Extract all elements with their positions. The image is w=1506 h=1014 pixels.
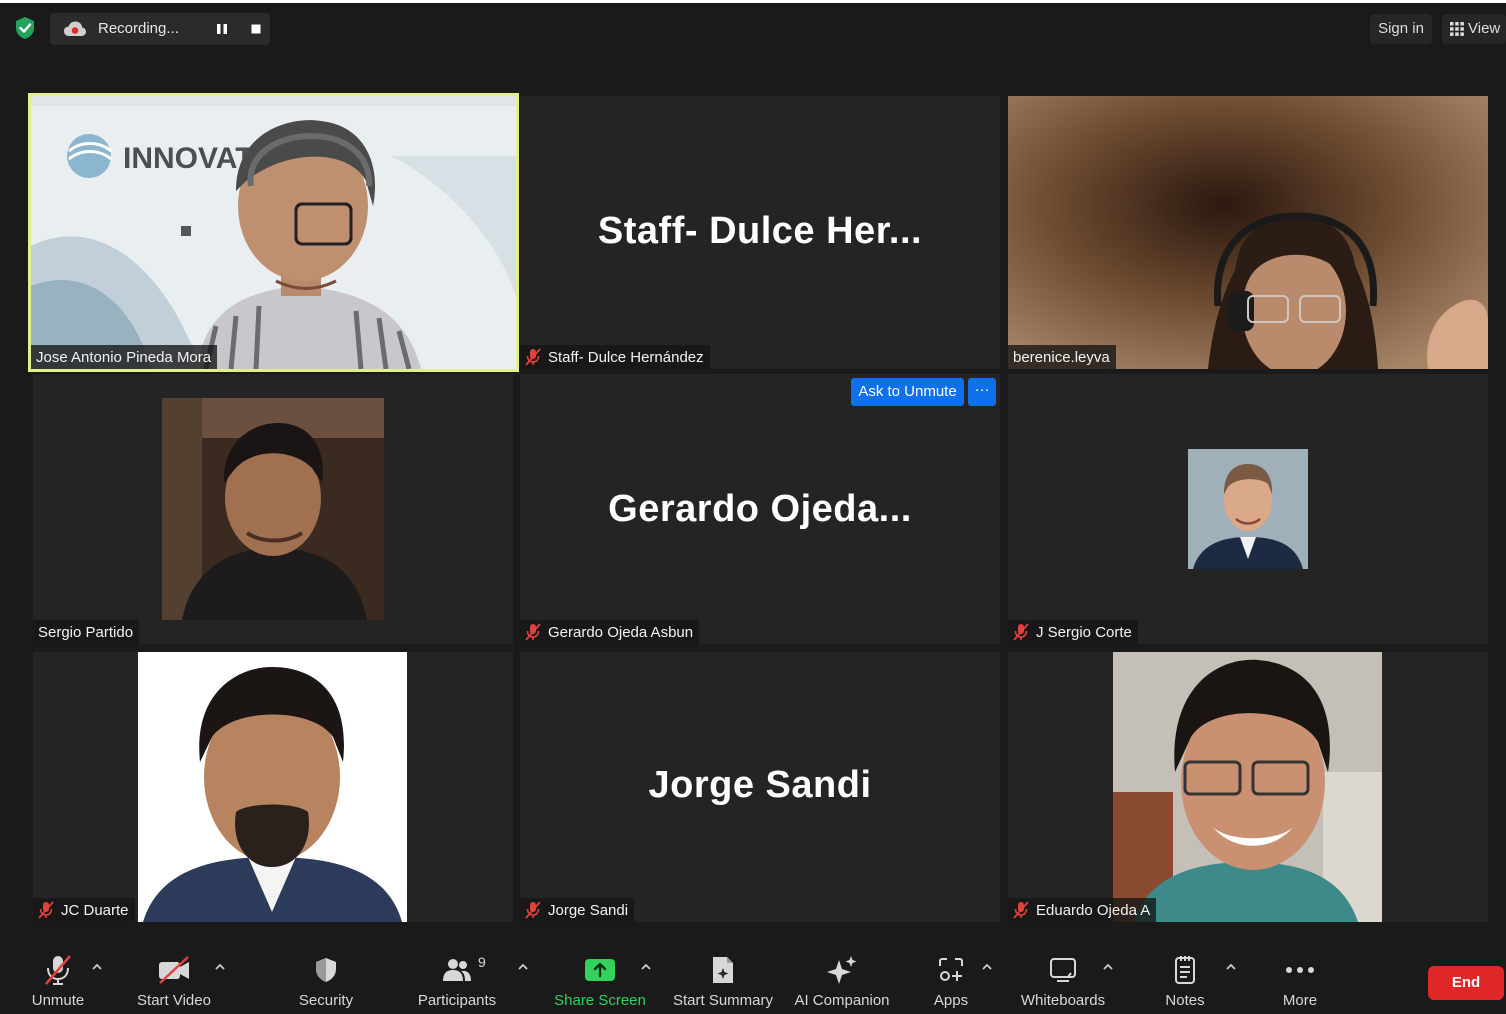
participant-avatar-photo [162, 398, 384, 620]
ask-to-unmute-button[interactable]: Ask to Unmute [851, 378, 964, 406]
sign-in-button[interactable]: Sign in [1370, 14, 1432, 44]
meeting-toolbar: Unmute Start Video Security 9 Participan… [0, 940, 1506, 1014]
participant-name-tag: Jorge Sandi [520, 898, 635, 922]
video-tile-jc-duarte[interactable]: JC Duarte [33, 652, 513, 922]
muted-mic-icon [45, 955, 71, 985]
audio-options-chevron-up-icon[interactable] [90, 962, 104, 972]
grid-view-icon [1450, 22, 1464, 36]
participant-name: Eduardo Ojeda A [1036, 901, 1151, 919]
recording-label: Recording... [98, 20, 179, 37]
participant-name: Sergio Partido [38, 623, 134, 641]
muted-mic-icon [1013, 623, 1029, 641]
notes-button[interactable]: Notes [1158, 952, 1212, 1009]
share-screen-label: Share Screen [554, 992, 646, 1009]
security-button[interactable]: Security [290, 952, 362, 1009]
muted-mic-icon [525, 623, 541, 641]
participant-avatar-photo [1188, 449, 1308, 569]
muted-mic-icon [38, 901, 54, 919]
whiteboards-button[interactable]: Whiteboards [1014, 952, 1112, 1009]
participants-button[interactable]: 9 Participants [412, 952, 502, 1009]
participant-video: INNOVATIUM [31, 96, 516, 369]
participants-label: Participants [417, 992, 497, 1009]
participant-name-tag: berenice.leyva [1008, 345, 1116, 369]
video-tile-j-sergio-corte[interactable]: J Sergio Corte [1008, 374, 1488, 644]
video-tile-staff-dulce[interactable]: Staff- Dulce Her... Staff- Dulce Hernánd… [520, 96, 1000, 369]
participant-avatar-photo [1113, 652, 1382, 922]
summary-document-icon [713, 957, 733, 983]
participant-name: Gerardo Ojeda Asbun [548, 623, 694, 641]
ai-sparkle-icon [827, 956, 857, 984]
video-tile-gerardo-ojeda[interactable]: Gerardo Ojeda... Gerardo Ojeda Asbun [520, 374, 1000, 644]
participant-name: berenice.leyva [1013, 348, 1110, 366]
muted-mic-icon [525, 901, 541, 919]
view-button[interactable]: View [1442, 14, 1506, 44]
start-video-label: Start Video [137, 992, 211, 1009]
unmute-label: Unmute [31, 992, 85, 1009]
participants-options-chevron-up-icon[interactable] [516, 962, 530, 972]
participants-count: 9 [478, 954, 486, 970]
participant-name-tag: Staff- Dulce Hernández [520, 345, 710, 369]
tile-more-options-button[interactable]: ··· [968, 378, 996, 406]
ai-companion-button[interactable]: AI Companion [790, 952, 894, 1009]
muted-mic-icon [1013, 901, 1029, 919]
video-tile-jose-antonio[interactable]: INNOVATIUM Jose Antonio Pineda Mora [28, 93, 519, 372]
more-button[interactable]: More [1272, 952, 1328, 1009]
participant-video [1008, 96, 1488, 369]
video-options-chevron-up-icon[interactable] [213, 962, 227, 972]
video-tile-eduardo-ojeda[interactable]: Eduardo Ojeda A [1008, 652, 1488, 922]
start-video-button[interactable]: Start Video [130, 952, 218, 1009]
security-shield-icon [316, 958, 336, 982]
video-tile-berenice[interactable]: berenice.leyva [1008, 96, 1488, 369]
start-summary-button[interactable]: Start Summary [668, 952, 778, 1009]
participants-icon [443, 959, 471, 981]
share-screen-icon [585, 959, 615, 981]
notes-icon [1175, 956, 1195, 984]
stop-recording-icon[interactable] [242, 18, 270, 40]
participant-avatar-photo [138, 652, 407, 922]
more-label: More [1282, 992, 1318, 1009]
participant-name-tag: Gerardo Ojeda Asbun [520, 620, 700, 644]
cloud-recording-icon [64, 21, 86, 36]
apps-button[interactable]: Apps [926, 952, 976, 1009]
participant-big-name: Gerardo Ojeda... [608, 488, 912, 530]
participant-name-tag: JC Duarte [33, 898, 135, 922]
participant-name-tag: Eduardo Ojeda A [1008, 898, 1157, 922]
apps-icon [939, 958, 963, 981]
participant-name: JC Duarte [61, 901, 129, 919]
window-top-edge [0, 0, 1506, 3]
whiteboards-options-chevron-up-icon[interactable] [1101, 962, 1115, 972]
encryption-shield-icon[interactable] [14, 16, 36, 40]
video-tile-jorge-sandi[interactable]: Jorge Sandi Jorge Sandi [520, 652, 1000, 922]
apps-options-chevron-up-icon[interactable] [980, 962, 994, 972]
participant-name: Staff- Dulce Hernández [548, 348, 704, 366]
video-tile-sergio-partido[interactable]: Sergio Partido [33, 374, 513, 644]
end-meeting-button[interactable]: End [1428, 966, 1504, 1000]
share-screen-button[interactable]: Share Screen [552, 952, 648, 1009]
participant-name-tag: Sergio Partido [33, 620, 140, 644]
notes-options-chevron-up-icon[interactable] [1224, 962, 1238, 972]
view-label: View [1468, 20, 1501, 37]
apps-label: Apps [933, 992, 969, 1009]
participant-name-tag: J Sergio Corte [1008, 620, 1138, 644]
participant-name: Jorge Sandi [548, 901, 629, 919]
participant-name-tag: Jose Antonio Pineda Mora [31, 345, 218, 369]
pause-recording-icon[interactable] [208, 18, 236, 40]
more-dots-icon [1286, 967, 1314, 973]
recording-indicator: Recording... [50, 13, 270, 45]
whiteboard-icon [1050, 958, 1076, 982]
start-summary-label: Start Summary [672, 992, 774, 1009]
ai-companion-label: AI Companion [794, 992, 890, 1009]
participant-name: Jose Antonio Pineda Mora [36, 348, 212, 366]
participant-name: J Sergio Corte [1036, 623, 1132, 641]
participant-big-name: Jorge Sandi [648, 764, 872, 806]
notes-label: Notes [1165, 992, 1205, 1009]
video-off-icon [159, 956, 189, 984]
top-bar: Recording... Sign in View [0, 0, 1506, 56]
unmute-button[interactable]: Unmute [22, 952, 94, 1009]
share-options-chevron-up-icon[interactable] [639, 962, 653, 972]
security-label: Security [298, 992, 354, 1009]
whiteboards-label: Whiteboards [1020, 992, 1106, 1009]
muted-mic-icon [525, 348, 541, 366]
participant-big-name: Staff- Dulce Her... [597, 210, 923, 252]
